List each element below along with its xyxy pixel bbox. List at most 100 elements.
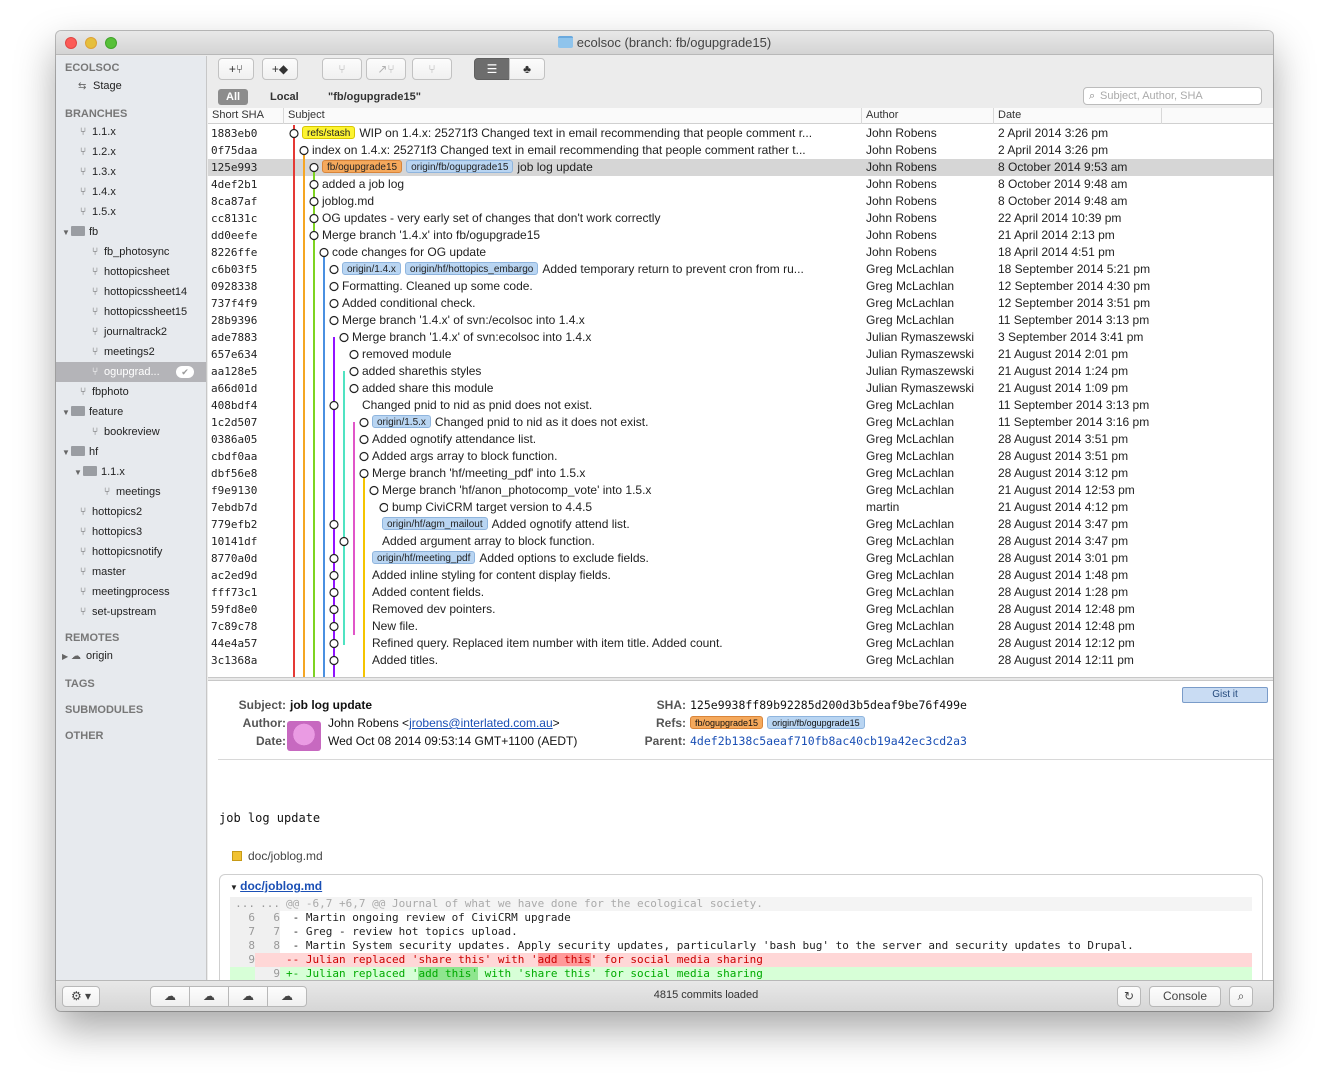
column-header-subject[interactable]: Subject <box>284 108 862 124</box>
table-row[interactable]: 657e634 removed module Julian Rymaszewski 2… <box>208 346 1273 363</box>
sidebar-item-branch[interactable]: ⑂ 1.2.x <box>56 142 206 162</box>
rebase-button[interactable]: ↗⑂ <box>366 58 406 80</box>
fetch-icon[interactable]: ☁ <box>228 986 268 1007</box>
table-row[interactable]: 1c2d507 origin/1.5.x Changed pnid to nid a… <box>208 414 1273 431</box>
table-row[interactable]: 0928338 Formatting. Cleaned up some code.… <box>208 278 1273 295</box>
table-row[interactable]: cc8131c OG updates - very early set of ch… <box>208 210 1273 227</box>
table-row[interactable]: dd0eefe Merge branch '1.4.x' into fb/ogup… <box>208 227 1273 244</box>
filter-all[interactable]: All <box>218 89 249 105</box>
table-row[interactable]: dbf56e8 Merge branch 'hf/meeting_pdf' int… <box>208 465 1273 482</box>
sidebar-item-branch[interactable]: ⑂ fb_photosync <box>56 242 206 262</box>
sidebar-item-branch[interactable]: ⑂ hottopicsnotify <box>56 542 206 562</box>
table-row[interactable]: 4def2b1 added a job log John Robens 8 Octob… <box>208 176 1273 193</box>
sidebar-item-branch[interactable]: ⑂ bookreview <box>56 422 206 442</box>
table-row[interactable]: 28b9396 Merge branch '1.4.x' of svn:/ecol… <box>208 312 1273 329</box>
author-email-link[interactable]: jrobens@interlated.com.au <box>409 716 553 730</box>
sidebar-item-branch[interactable]: ⑂ journaltrack2 <box>56 322 206 342</box>
table-row[interactable]: f9e9130 Merge branch 'hf/anon_photocomp_v… <box>208 482 1273 499</box>
filter-current-branch[interactable]: "fb/ogupgrade15" <box>320 89 429 105</box>
sidebar-item-branch[interactable]: ⑂ hottopicsheet <box>56 262 206 282</box>
diff-file-header[interactable]: ▼ doc/joblog.md <box>230 879 322 893</box>
table-row[interactable]: 8770a0d origin/hf/meeting_pdf Added option… <box>208 550 1273 567</box>
ref-label[interactable]: origin/1.5.x <box>372 415 431 428</box>
column-header-author[interactable]: Author <box>862 108 994 124</box>
minimize-window-button[interactable] <box>85 37 97 49</box>
maximize-window-button[interactable] <box>105 37 117 49</box>
ref-label[interactable]: origin/hf/agm_mailout <box>382 517 488 530</box>
sidebar-item-branch[interactable]: ⑂ hottopics3 <box>56 522 206 542</box>
disclosure-open-icon[interactable]: ▼ <box>62 223 71 243</box>
settings-gear-button[interactable]: ⚙ ▾ <box>62 986 100 1007</box>
table-row[interactable]: 125e993 fb/ogupgrade15 origin/fb/ogupgrade… <box>208 159 1273 176</box>
table-row[interactable]: 737f4f9 Added conditional check. Greg McLa… <box>208 295 1273 312</box>
table-row[interactable]: aa128e5 added sharethis styles Julian Ryma… <box>208 363 1273 380</box>
sidebar-item-branch[interactable]: ⑂ 1.3.x <box>56 162 206 182</box>
table-row[interactable]: cbdf0aa Added args array to block functio… <box>208 448 1273 465</box>
ref-label[interactable]: refs/stash <box>302 126 356 139</box>
table-row[interactable]: 408bdf4 Changed pnid to nid as pnid does … <box>208 397 1273 414</box>
sidebar-folder-hf[interactable]: ▼ hf <box>56 442 206 462</box>
ref-label[interactable]: origin/hf/hottopics_embargo <box>404 262 539 275</box>
sidebar-item-branch[interactable]: ⑂ 1.4.x <box>56 182 206 202</box>
table-row[interactable]: 8ca87af joblog.md John Robens 8 October 201… <box>208 193 1273 210</box>
sidebar-item-branch[interactable]: ⑂ 1.1.x <box>56 122 206 142</box>
table-row[interactable]: 10141df Added argument array to block fun… <box>208 533 1273 550</box>
close-window-button[interactable] <box>65 37 77 49</box>
disclosure-closed-icon[interactable]: ▶ <box>62 647 71 667</box>
sidebar-section-tags[interactable]: TAGS <box>56 672 206 692</box>
table-row[interactable]: fff73c1 Added content fields. Greg McLachl… <box>208 584 1273 601</box>
table-row[interactable]: 0f75daa index on 1.4.x: 25271f3 Changed t… <box>208 142 1273 159</box>
changed-file-item[interactable]: doc/joblog.md <box>232 849 323 863</box>
parent-sha-link[interactable]: 4def2b138c5aeaf710fb8ac40cb19a42ec3cd2a3 <box>690 734 967 748</box>
sidebar-item-branch[interactable]: ⑂ hottopics2 <box>56 502 206 522</box>
sidebar-item-branch[interactable]: ⑂ meetings <box>56 482 206 502</box>
table-row[interactable]: ac2ed9d Added inline styling for content … <box>208 567 1273 584</box>
merge-button[interactable]: ⑂ <box>322 58 362 80</box>
ref-label[interactable]: fb/ogupgrade15 <box>690 716 764 729</box>
filter-local[interactable]: Local <box>262 89 307 105</box>
sidebar-item-branch[interactable]: ⑂ meetings2 <box>56 342 206 362</box>
table-row[interactable]: 8226ffe code changes for OG update John Ro… <box>208 244 1273 261</box>
refresh-icon[interactable]: ↻ <box>1117 986 1141 1007</box>
ref-label[interactable]: origin/1.4.x <box>342 262 401 275</box>
ref-label[interactable]: fb/ogupgrade15 <box>322 160 403 173</box>
sidebar-item-branch[interactable]: ⑂ hottopicssheet14 <box>56 282 206 302</box>
sidebar-folder-fb[interactable]: ▼ fb <box>56 222 206 242</box>
push-icon[interactable]: ☁ <box>150 986 190 1007</box>
sidebar-item-branch[interactable]: ⑂ set-upstream <box>56 602 206 622</box>
table-row[interactable]: 7ebdb7d bump CiviCRM target version to 4.… <box>208 499 1273 516</box>
sidebar-item-remote-origin[interactable]: ▶ ☁ origin <box>56 646 206 666</box>
list-view-button[interactable]: ☰ <box>474 58 510 80</box>
table-row[interactable]: 3c1368a Added titles. Greg McLachlan 28 Aug… <box>208 652 1273 669</box>
search-input[interactable]: ⌕ Subject, Author, SHA <box>1083 87 1262 105</box>
table-row[interactable]: 1883eb0 refs/stash WIP on 1.4.x: 25271f3 C… <box>208 125 1273 142</box>
sidebar-folder-hf-1-1-x[interactable]: ▼ 1.1.x <box>56 462 206 482</box>
sidebar-item-branch[interactable]: ⑂ meetingprocess <box>56 582 206 602</box>
column-header-sha[interactable]: Short SHA <box>208 108 284 124</box>
sidebar-section-other[interactable]: OTHER <box>56 724 206 744</box>
ref-label[interactable]: origin/fb/ogupgrade15 <box>767 716 865 729</box>
sidebar-folder-feature[interactable]: ▼ feature <box>56 402 206 422</box>
table-row[interactable]: 59fd8e0 Removed dev pointers. Greg McLachl… <box>208 601 1273 618</box>
console-button[interactable]: Console <box>1149 986 1221 1007</box>
search-icon[interactable]: ⌕ <box>1229 986 1253 1007</box>
upload-icon[interactable]: ☁ <box>267 986 307 1007</box>
table-row[interactable]: 44e4a57 Refined query. Replaced item numb… <box>208 635 1273 652</box>
tree-view-button[interactable]: ♣ <box>509 58 545 80</box>
ref-label[interactable]: origin/fb/ogupgrade15 <box>406 160 514 173</box>
table-row[interactable]: 0386a05 Added ognotify attendance list. Gr… <box>208 431 1273 448</box>
sidebar-item-branch[interactable]: ⑂ ogupgrad... ✔ <box>56 362 206 382</box>
cherry-pick-button[interactable]: ⑂ <box>412 58 452 80</box>
ref-label[interactable]: origin/hf/meeting_pdf <box>372 551 476 564</box>
disclosure-open-icon[interactable]: ▼ <box>62 443 71 463</box>
sidebar-item-branch[interactable]: ⑂ master <box>56 562 206 582</box>
sidebar-item-stage[interactable]: ⇆ Stage <box>56 76 206 96</box>
add-tag-button[interactable]: +◆ <box>262 58 298 80</box>
table-row[interactable]: 7c89c78 New file. Greg McLachlan 28 August … <box>208 618 1273 635</box>
pull-icon[interactable]: ☁ <box>189 986 229 1007</box>
sidebar-item-branch[interactable]: ⑂ 1.5.x <box>56 202 206 222</box>
table-row[interactable]: ade7883 Merge branch '1.4.x' of svn:ecols… <box>208 329 1273 346</box>
column-header-date[interactable]: Date <box>994 108 1162 124</box>
gist-it-button[interactable]: Gist it <box>1182 687 1268 703</box>
disclosure-open-icon[interactable]: ▼ <box>62 403 71 423</box>
